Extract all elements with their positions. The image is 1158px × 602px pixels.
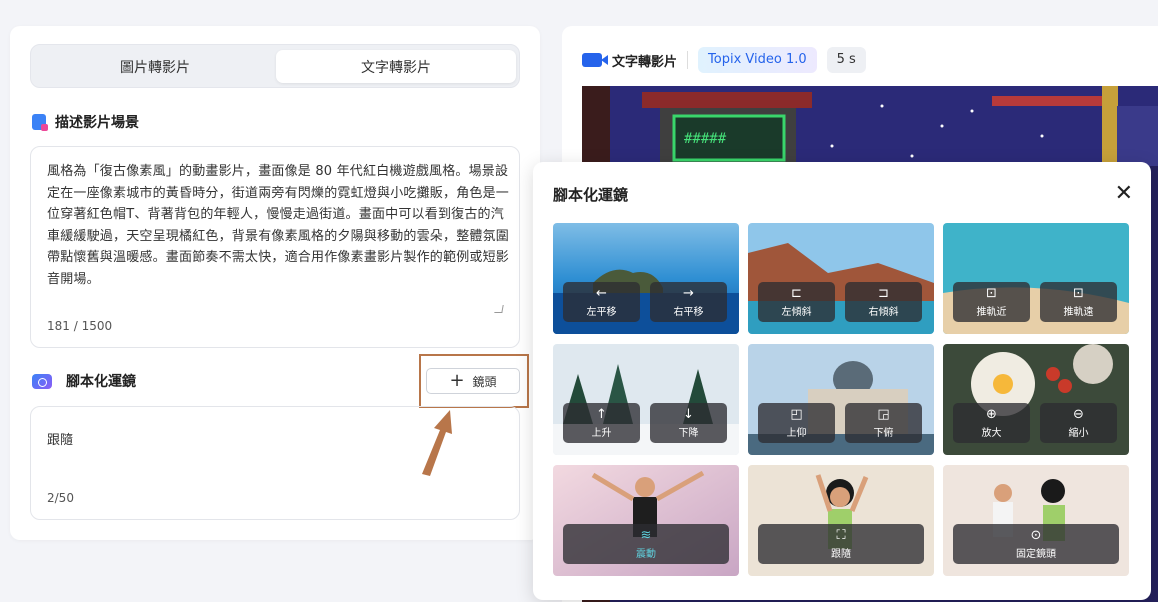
tab-image-to-video[interactable]: 圖片轉影片 (35, 50, 275, 83)
tilt-right-label: 右傾斜 (868, 306, 899, 318)
description-text[interactable]: 風格為「復古像素風」的動畫影片，畫面像是 80 年代紅白機遊戲風格。場景設定在一… (47, 161, 509, 290)
zoom-out-label: 縮小 (1068, 427, 1089, 439)
shake-card[interactable]: ≋ 震動 (553, 465, 739, 576)
angle-card[interactable]: ◰ 上仰 ◲ 下俯 (748, 344, 934, 455)
tilt-left-icon: ⊏ (791, 285, 802, 301)
tilt-down-button[interactable]: ◲ 下俯 (845, 403, 922, 443)
dolly-out-button[interactable]: ⊡ 推軌遠 (1040, 282, 1117, 322)
follow-label: 跟隨 (831, 548, 851, 560)
camera-script-value[interactable]: 跟隨 (47, 429, 73, 448)
camera-movement-popup: 腳本化運鏡 ✕ ← 左平移 → 右平移 ⊏ 左傾斜 ⊐ 右傾斜 ⊡ 推軌近 ⊡ 推軌遠 (533, 162, 1151, 600)
arrow-left-icon: ← (596, 285, 607, 301)
plus-icon: + (449, 370, 465, 391)
dolly-in-icon: ⊡ (986, 285, 997, 301)
lower-button[interactable]: ↓ 下降 (650, 403, 727, 443)
tilt-down-label: 下俯 (873, 427, 894, 439)
fixed-shot-button[interactable]: ⊙ 固定鏡頭 (953, 524, 1119, 564)
tilt-down-icon: ◲ (877, 406, 890, 422)
arrow-right-icon: → (683, 285, 694, 301)
arrow-up-icon: ↑ (596, 406, 607, 422)
add-camera-shot-button[interactable]: + 鏡頭 (426, 368, 520, 394)
add-camera-shot-label: 鏡頭 (472, 374, 497, 389)
zoom-in-label: 放大 (981, 427, 1002, 439)
duration-badge: 5 s (826, 47, 866, 73)
dolly-card[interactable]: ⊡ 推軌近 ⊡ 推軌遠 (943, 223, 1129, 334)
lower-label: 下降 (678, 427, 699, 439)
shake-button[interactable]: ≋ 震動 (563, 524, 729, 564)
follow-card[interactable]: ⛶ 跟隨 (748, 465, 934, 576)
preview-title: 文字轉影片 (612, 54, 678, 70)
camera-title: 腳本化運鏡 (66, 374, 136, 390)
camera-script-count: 2/50 (47, 491, 74, 505)
pan-right-button[interactable]: → 右平移 (650, 282, 727, 322)
fixed-card[interactable]: ⊙ 固定鏡頭 (943, 465, 1129, 576)
camera-icon (32, 373, 52, 389)
tilt-left-button[interactable]: ⊏ 左傾斜 (758, 282, 835, 322)
fixed-target-icon: ⊙ (1030, 527, 1042, 543)
rise-label: 上升 (591, 427, 612, 439)
dolly-out-label: 推軌遠 (1063, 306, 1094, 318)
dolly-in-button[interactable]: ⊡ 推軌近 (953, 282, 1030, 322)
tilt-up-button[interactable]: ◰ 上仰 (758, 403, 835, 443)
mode-tabs: 圖片轉影片 文字轉影片 (30, 44, 520, 88)
follow-frame-icon: ⛶ (836, 527, 846, 543)
pedestal-card[interactable]: ↑ 上升 ↓ 下降 (553, 344, 739, 455)
zoom-card[interactable]: ⊕ 放大 ⊖ 縮小 (943, 344, 1129, 455)
tilt-right-button[interactable]: ⊐ 右傾斜 (845, 282, 922, 322)
description-textarea[interactable]: 風格為「復古像素風」的動畫影片，畫面像是 80 年代紅白機遊戲風格。場景設定在一… (30, 146, 520, 348)
tab-text-to-video[interactable]: 文字轉影片 (276, 50, 516, 83)
follow-button[interactable]: ⛶ 跟隨 (758, 524, 924, 564)
zoom-out-icon: ⊖ (1073, 406, 1084, 422)
fixed-shot-label: 固定鏡頭 (1016, 548, 1056, 560)
rise-button[interactable]: ↑ 上升 (563, 403, 640, 443)
shake-label: 震動 (636, 548, 656, 560)
pan-right-label: 右平移 (673, 306, 704, 318)
zoom-in-icon: ⊕ (986, 406, 997, 422)
description-section-title: 描述影片場景 (32, 112, 139, 132)
close-icon[interactable]: ✕ (1115, 183, 1133, 205)
document-edit-icon (32, 114, 48, 131)
shake-wave-icon: ≋ (640, 527, 652, 543)
pan-card[interactable]: ← 左平移 → 右平移 (553, 223, 739, 334)
zoom-in-button[interactable]: ⊕ 放大 (953, 403, 1030, 443)
tilt-up-icon: ◰ (790, 406, 803, 422)
left-panel: 圖片轉影片 文字轉影片 描述影片場景 風格為「復古像素風」的動畫影片，畫面像是 … (10, 26, 540, 540)
resize-handle-icon[interactable] (494, 305, 504, 313)
camera-script-textarea[interactable]: 跟隨 2/50 (30, 406, 520, 520)
dolly-in-label: 推軌近 (976, 306, 1007, 318)
tilt-right-icon: ⊐ (878, 285, 889, 301)
description-title: 描述影片場景 (55, 115, 139, 131)
description-char-count: 181 / 1500 (47, 319, 113, 333)
popup-title: 腳本化運鏡 (553, 186, 629, 204)
tilt-up-label: 上仰 (786, 427, 807, 439)
preview-header: 文字轉影片 Topix Video 1.0 5 s (582, 46, 866, 74)
tilt-card[interactable]: ⊏ 左傾斜 ⊐ 右傾斜 (748, 223, 934, 334)
svg-text:#####: ##### (684, 131, 727, 147)
zoom-out-button[interactable]: ⊖ 縮小 (1040, 403, 1117, 443)
tilt-left-label: 左傾斜 (781, 306, 812, 318)
header-divider (687, 51, 689, 69)
camera-section-title: 腳本化運鏡 (32, 371, 136, 391)
model-badge: Topix Video 1.0 (698, 47, 817, 73)
pan-left-button[interactable]: ← 左平移 (563, 282, 640, 322)
dolly-out-icon: ⊡ (1073, 285, 1084, 301)
arrow-down-icon: ↓ (683, 406, 694, 422)
pan-left-label: 左平移 (586, 306, 617, 318)
video-camera-icon (582, 53, 602, 67)
